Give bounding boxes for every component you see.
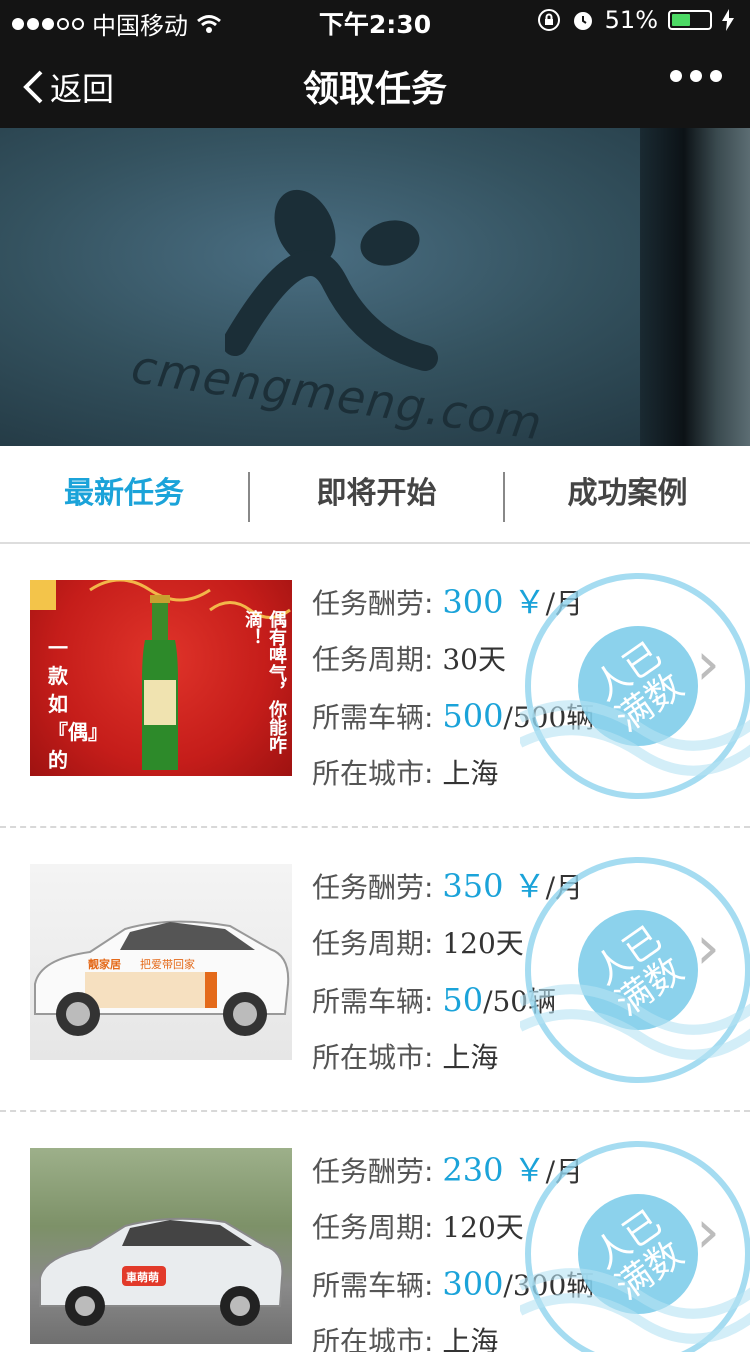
thumb-slogan-right: 偶有啤气，你能咋滴！	[242, 610, 287, 754]
page-title: 领取任务	[302, 69, 447, 110]
task-thumbnail-beer: 一款如『偶』的啤酒！ 偶有啤气，你能咋滴！	[30, 580, 292, 776]
tab-cases[interactable]: 成功案例	[505, 446, 750, 542]
task-thumbnail-car-white: 靓家居 把爱带回家	[30, 864, 292, 1060]
task-card[interactable]: 靓家居 把爱带回家 任务酬劳: 350 ￥/月 任务周期: 120天 所需车辆:…	[0, 828, 750, 1112]
chevron-right-icon: ›	[696, 1197, 720, 1267]
task-period: 120天	[442, 927, 524, 960]
battery-icon	[668, 10, 712, 30]
task-city: 上海	[442, 1325, 499, 1352]
chevron-right-icon: ›	[696, 913, 720, 983]
thumb-slogan: 把爱带回家	[140, 958, 195, 971]
banner-image[interactable]: cmengmeng.com	[0, 128, 750, 446]
rotation-lock-icon	[537, 9, 560, 31]
alarm-icon	[573, 12, 592, 30]
tab-upcoming[interactable]: 即将开始	[250, 446, 503, 542]
task-card[interactable]: 車萌萌 任务酬劳: 230 ￥/月 任务周期: 120天 所需车辆: 300/3…	[0, 1112, 750, 1352]
more-button[interactable]	[670, 70, 722, 82]
charging-icon	[722, 9, 734, 31]
task-period: 30天	[442, 643, 506, 676]
chevron-right-icon: ›	[696, 629, 720, 699]
task-period: 120天	[442, 1211, 524, 1244]
top-bar: 中国移动 下午2:30 51% 返回 领取任务	[0, 0, 750, 128]
task-thumbnail-car-silver: 車萌萌	[30, 1148, 292, 1344]
task-vehicles-taken: 300	[442, 1265, 504, 1303]
thumb-slogan-left: 一款如『偶』的啤酒！	[48, 636, 108, 772]
nav-bar: 返回 领取任务	[0, 40, 750, 128]
task-city: 上海	[442, 1041, 499, 1074]
tab-latest[interactable]: 最新任务	[0, 446, 248, 542]
task-city: 上海	[442, 757, 499, 790]
thumb-brand: 車萌萌	[126, 1271, 159, 1284]
task-tabs: 最新任务 即将开始 成功案例	[0, 446, 750, 544]
status-bar: 中国移动 下午2:30 51%	[0, 0, 750, 40]
brand-logo-icon	[225, 189, 438, 371]
task-vehicles-taken: 50	[442, 981, 484, 1019]
battery-percent: 51%	[604, 6, 658, 34]
task-card[interactable]: 一款如『偶』的啤酒！ 偶有啤气，你能咋滴！ 任务酬劳: 300 ￥/月 任务周期…	[0, 544, 750, 828]
thumb-brand: 靓家居	[88, 958, 121, 971]
banner-edge	[640, 128, 750, 446]
task-vehicles-taken: 500	[442, 697, 504, 735]
